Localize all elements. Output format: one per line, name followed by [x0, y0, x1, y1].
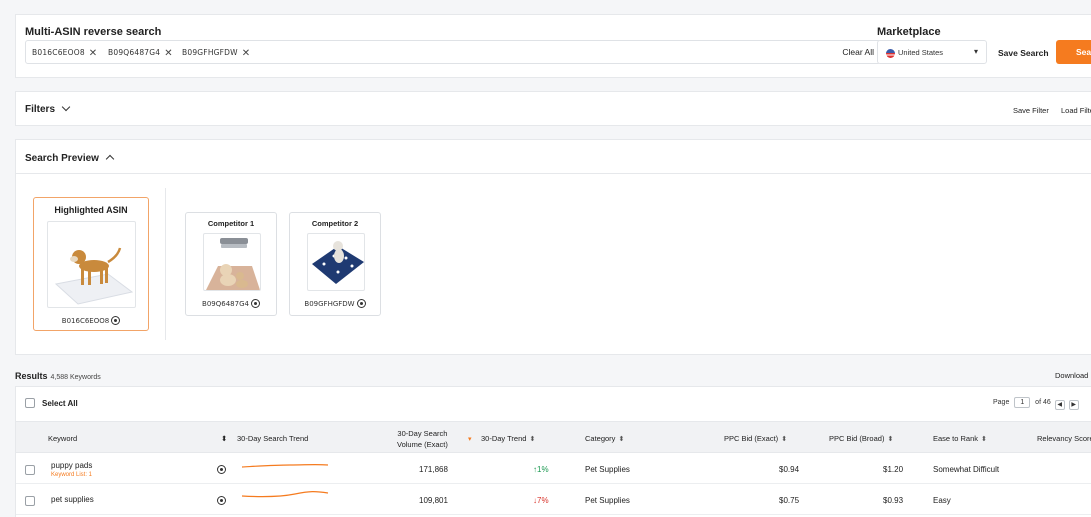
chevron-down-icon: ▾ [973, 47, 978, 56]
save-search-button[interactable]: Save Search [998, 48, 1049, 58]
clear-all-button[interactable]: Clear All [842, 47, 874, 57]
remove-x-icon[interactable]: ✕ [242, 48, 251, 59]
competitor-title: Competitor 1 [207, 219, 255, 228]
page-input[interactable]: 1 [1014, 397, 1031, 408]
amazon-product-icon[interactable] [356, 299, 366, 308]
us-flag-icon [886, 49, 895, 58]
dogs-on-mat-image [206, 238, 260, 290]
search-preview-toggle[interactable]: Search Preview [25, 153, 115, 164]
competitor-title: Competitor 2 [311, 219, 359, 228]
select-all-label: Select All [42, 399, 78, 408]
col-relevancy[interactable]: Relevancy Score [1037, 434, 1091, 443]
sort-icon: ⬍ [981, 436, 987, 443]
sort-icon[interactable]: ▾ [465, 434, 472, 443]
ppc-exact-cell: $0.75 [779, 496, 800, 505]
filters-toggle[interactable]: Filters [25, 102, 71, 115]
marketplace-title: Marketplace [877, 26, 941, 38]
ease-cell: Easy [933, 496, 951, 505]
divider [16, 173, 1091, 174]
chevron-down-icon [61, 102, 71, 112]
highlighted-asin-id: B016C6EOO8 [34, 316, 148, 325]
product-image [307, 233, 365, 291]
remove-x-icon[interactable]: ✕ [164, 48, 173, 59]
trend-pct-cell: ↓7% [533, 496, 549, 505]
results-bar: Results 4,588 Keywords Download [0, 365, 1091, 385]
amazon-product-icon[interactable] [111, 316, 121, 325]
volume-cell: 171,868 [419, 465, 448, 474]
ppc-exact-cell: $0.94 [779, 465, 800, 474]
table-row[interactable]: pet supplies 109,801 ↓7% Pet Supplies $0… [16, 485, 1091, 515]
marketplace-value: United States [898, 48, 944, 57]
col-trend-pct[interactable]: 30-Day Trend ⬍ [481, 434, 535, 443]
product-image [47, 221, 136, 308]
trend-pct-cell: ↑1% [533, 465, 549, 474]
asin-input[interactable]: B016C6EOO8 ✕ B09Q6487G4 ✕ B09GFHGFDW ✕ Clea… [25, 40, 881, 64]
category-cell: Pet Supplies [585, 496, 630, 505]
search-trend-sparkline [241, 463, 329, 468]
sort-icon: ⬍ [618, 436, 625, 443]
amazon-product-icon[interactable] [250, 299, 260, 308]
col-volume[interactable]: 30-Day Search Volume (Exact) [397, 428, 448, 450]
keyword-cell: puppy pads Keyword List: 1 [51, 461, 93, 478]
competitor-asin-id: B09Q6487G4 [186, 299, 276, 308]
competitor-asin-id: B09GFHGFDW [290, 299, 380, 308]
col-category[interactable]: Category ⬍ [585, 434, 624, 443]
dog-on-pad-image [54, 247, 134, 305]
sort-icon[interactable]: ⬍ [221, 434, 227, 443]
competitor-card[interactable]: Competitor 2 B09GFHGFDW [289, 212, 381, 316]
marketplace-select[interactable]: United States ▾ [877, 40, 987, 64]
highlighted-asin-title: Highlighted ASIN [54, 205, 128, 215]
amazon-product-icon[interactable] [217, 465, 226, 474]
asin-chip: B09Q6487G4 ✕ [108, 48, 173, 59]
category-cell: Pet Supplies [585, 465, 630, 474]
prev-page-icon[interactable]: ◀ [1054, 400, 1065, 410]
sort-icon: ⬍ [781, 436, 788, 443]
download-button[interactable]: Download [1055, 371, 1088, 380]
save-filter-button[interactable]: Save Filter [1013, 106, 1049, 115]
col-search-trend: 30-Day Search Trend [237, 434, 309, 443]
preview-separator [165, 188, 166, 340]
asin-chip: B016C6EOO8 ✕ [32, 48, 98, 59]
sort-icon: ⬍ [887, 436, 894, 443]
asin-chip: B09GFHGFDW ✕ [182, 48, 251, 59]
col-keyword[interactable]: Keyword [48, 434, 77, 443]
pagination: Page 1 of 46 ◀ ▶ [993, 397, 1079, 410]
search-title: Multi-ASIN reverse search [25, 26, 162, 38]
product-image [203, 233, 261, 291]
search-preview-card: Search Preview Highlighted ASIN B016C6EO… [15, 139, 1091, 355]
search-card: Multi-ASIN reverse search B016C6EOO8 ✕ B0… [15, 14, 1091, 78]
table-row[interactable]: puppy pads Keyword List: 1 171,868 ↑1% Pe… [16, 454, 1091, 484]
keyword-list-tag[interactable]: Keyword List: 1 [51, 472, 92, 478]
table-header: Keyword ⬍ 30-Day Search Trend 30-Day Sea… [16, 421, 1091, 453]
ease-cell: Somewhat Difficult [933, 465, 1000, 474]
remove-x-icon[interactable]: ✕ [89, 48, 98, 59]
search-button[interactable]: Search [1056, 40, 1091, 64]
results-table-card: Select All Page 1 of 46 ◀ ▶ Keyword ⬍ 30… [15, 386, 1091, 517]
filters-card: Filters Save Filter Load Filter [15, 91, 1091, 126]
row-checkbox[interactable] [25, 496, 35, 506]
dog-on-blue-mat-image [312, 241, 364, 284]
col-ppc-broad[interactable]: PPC Bid (Broad) ⬍ [829, 434, 893, 443]
keyword-cell: pet supplies [51, 495, 94, 504]
ppc-broad-cell: $1.20 [883, 465, 904, 474]
chevron-up-icon [105, 154, 115, 164]
ppc-broad-cell: $0.93 [883, 496, 904, 505]
next-page-icon[interactable]: ▶ [1068, 400, 1079, 410]
row-checkbox[interactable] [25, 465, 35, 475]
col-ease-to-rank[interactable]: Ease to Rank ⬍ [933, 434, 987, 443]
load-filter-button[interactable]: Load Filter [1061, 106, 1091, 115]
highlighted-asin-card[interactable]: Highlighted ASIN B016C6EOO8 [33, 197, 149, 331]
search-trend-sparkline [241, 491, 329, 498]
col-ppc-exact[interactable]: PPC Bid (Exact) ⬍ [724, 434, 787, 443]
amazon-product-icon[interactable] [217, 496, 226, 505]
competitor-card[interactable]: Competitor 1 B09Q6487G4 [185, 212, 277, 316]
results-title: Results 4,588 Keywords [15, 371, 101, 381]
select-all-checkbox[interactable] [25, 398, 35, 408]
sort-icon: ⬍ [529, 436, 536, 443]
results-count: 4,588 Keywords [50, 374, 101, 381]
volume-cell: 109,801 [419, 496, 448, 505]
